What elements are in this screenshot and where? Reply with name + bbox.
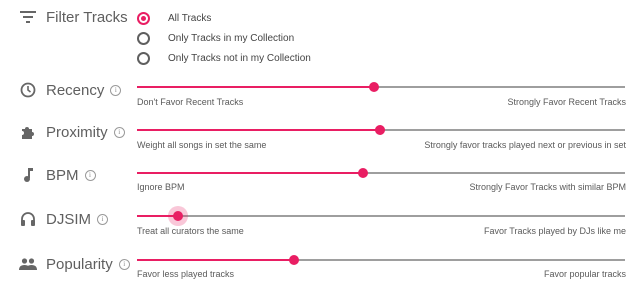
radio-button[interactable] [137, 11, 150, 25]
people-icon [18, 254, 38, 274]
slider-track[interactable] [137, 215, 625, 217]
radio-label: Only Tracks not in my Collection [168, 52, 311, 64]
row-title: BPM [46, 166, 79, 184]
recency-min-label: Don't Favor Recent Tracks [137, 97, 244, 107]
popularity-slider[interactable] [137, 255, 625, 265]
row-title: Recency [46, 81, 105, 99]
proximity-slider[interactable] [137, 125, 625, 135]
radio-in-collection[interactable]: Only Tracks in my Collection [137, 28, 311, 48]
radio-label: All Tracks [168, 12, 212, 24]
popularity-max-label: Favor popular tracks [543, 269, 626, 279]
proximity-min-label: Weight all songs in set the same [137, 140, 267, 150]
recency-label: Recency i [18, 79, 122, 101]
djsim-label: DJSIM i [18, 208, 108, 230]
info-icon[interactable]: i [84, 169, 96, 181]
slider-fill [137, 129, 381, 131]
slider-fill [137, 86, 374, 88]
popularity-label: Popularity i [18, 253, 130, 275]
recency-max-label: Strongly Favor Recent Tracks [507, 97, 626, 107]
radio-label: Only Tracks in my Collection [168, 32, 295, 44]
radio-button[interactable] [137, 31, 150, 45]
slider-thumb[interactable] [375, 125, 386, 135]
bpm-slider[interactable] [137, 168, 625, 178]
headphones-icon [18, 209, 38, 229]
filter-tracks-title: Filter Tracks [46, 8, 128, 26]
djsim-max-label: Favor Tracks played by DJs like me [483, 226, 626, 236]
slider-thumb[interactable] [167, 206, 188, 226]
info-icon[interactable]: i [97, 213, 108, 225]
filter-radio-group: All Tracks Only Tracks in my Collection … [137, 8, 311, 68]
slider-thumb[interactable] [289, 255, 300, 265]
proximity-label: Proximity i [18, 121, 125, 143]
filter-tracks-label: Filter Tracks [18, 6, 128, 28]
popularity-min-label: Favor less played tracks [137, 269, 235, 279]
radio-all-tracks[interactable]: All Tracks [137, 8, 311, 28]
recency-slider[interactable] [137, 82, 625, 92]
info-icon[interactable]: i [110, 84, 122, 96]
row-title: DJSIM [46, 210, 91, 228]
music-note-icon [18, 165, 38, 185]
djsim-min-label: Treat all curators the same [137, 226, 244, 236]
djsim-slider[interactable] [137, 206, 625, 226]
slider-fill [137, 259, 295, 261]
row-title: Proximity [46, 123, 108, 141]
puzzle-icon [18, 122, 38, 142]
slider-thumb[interactable] [357, 168, 368, 178]
filter-icon [18, 7, 38, 27]
info-icon[interactable]: i [113, 126, 125, 138]
slider-fill [137, 172, 363, 174]
bpm-max-label: Strongly Favor Tracks with similar BPM [469, 182, 626, 192]
info-icon[interactable]: i [118, 258, 130, 270]
bpm-min-label: Ignore BPM [137, 182, 185, 192]
row-title: Popularity [46, 255, 113, 273]
proximity-max-label: Strongly favor tracks played next or pre… [424, 140, 626, 150]
radio-not-in-collection[interactable]: Only Tracks not in my Collection [137, 48, 311, 68]
slider-thumb[interactable] [368, 82, 379, 92]
clock-icon [18, 80, 38, 100]
bpm-label: BPM i [18, 164, 96, 186]
radio-button[interactable] [137, 51, 150, 65]
